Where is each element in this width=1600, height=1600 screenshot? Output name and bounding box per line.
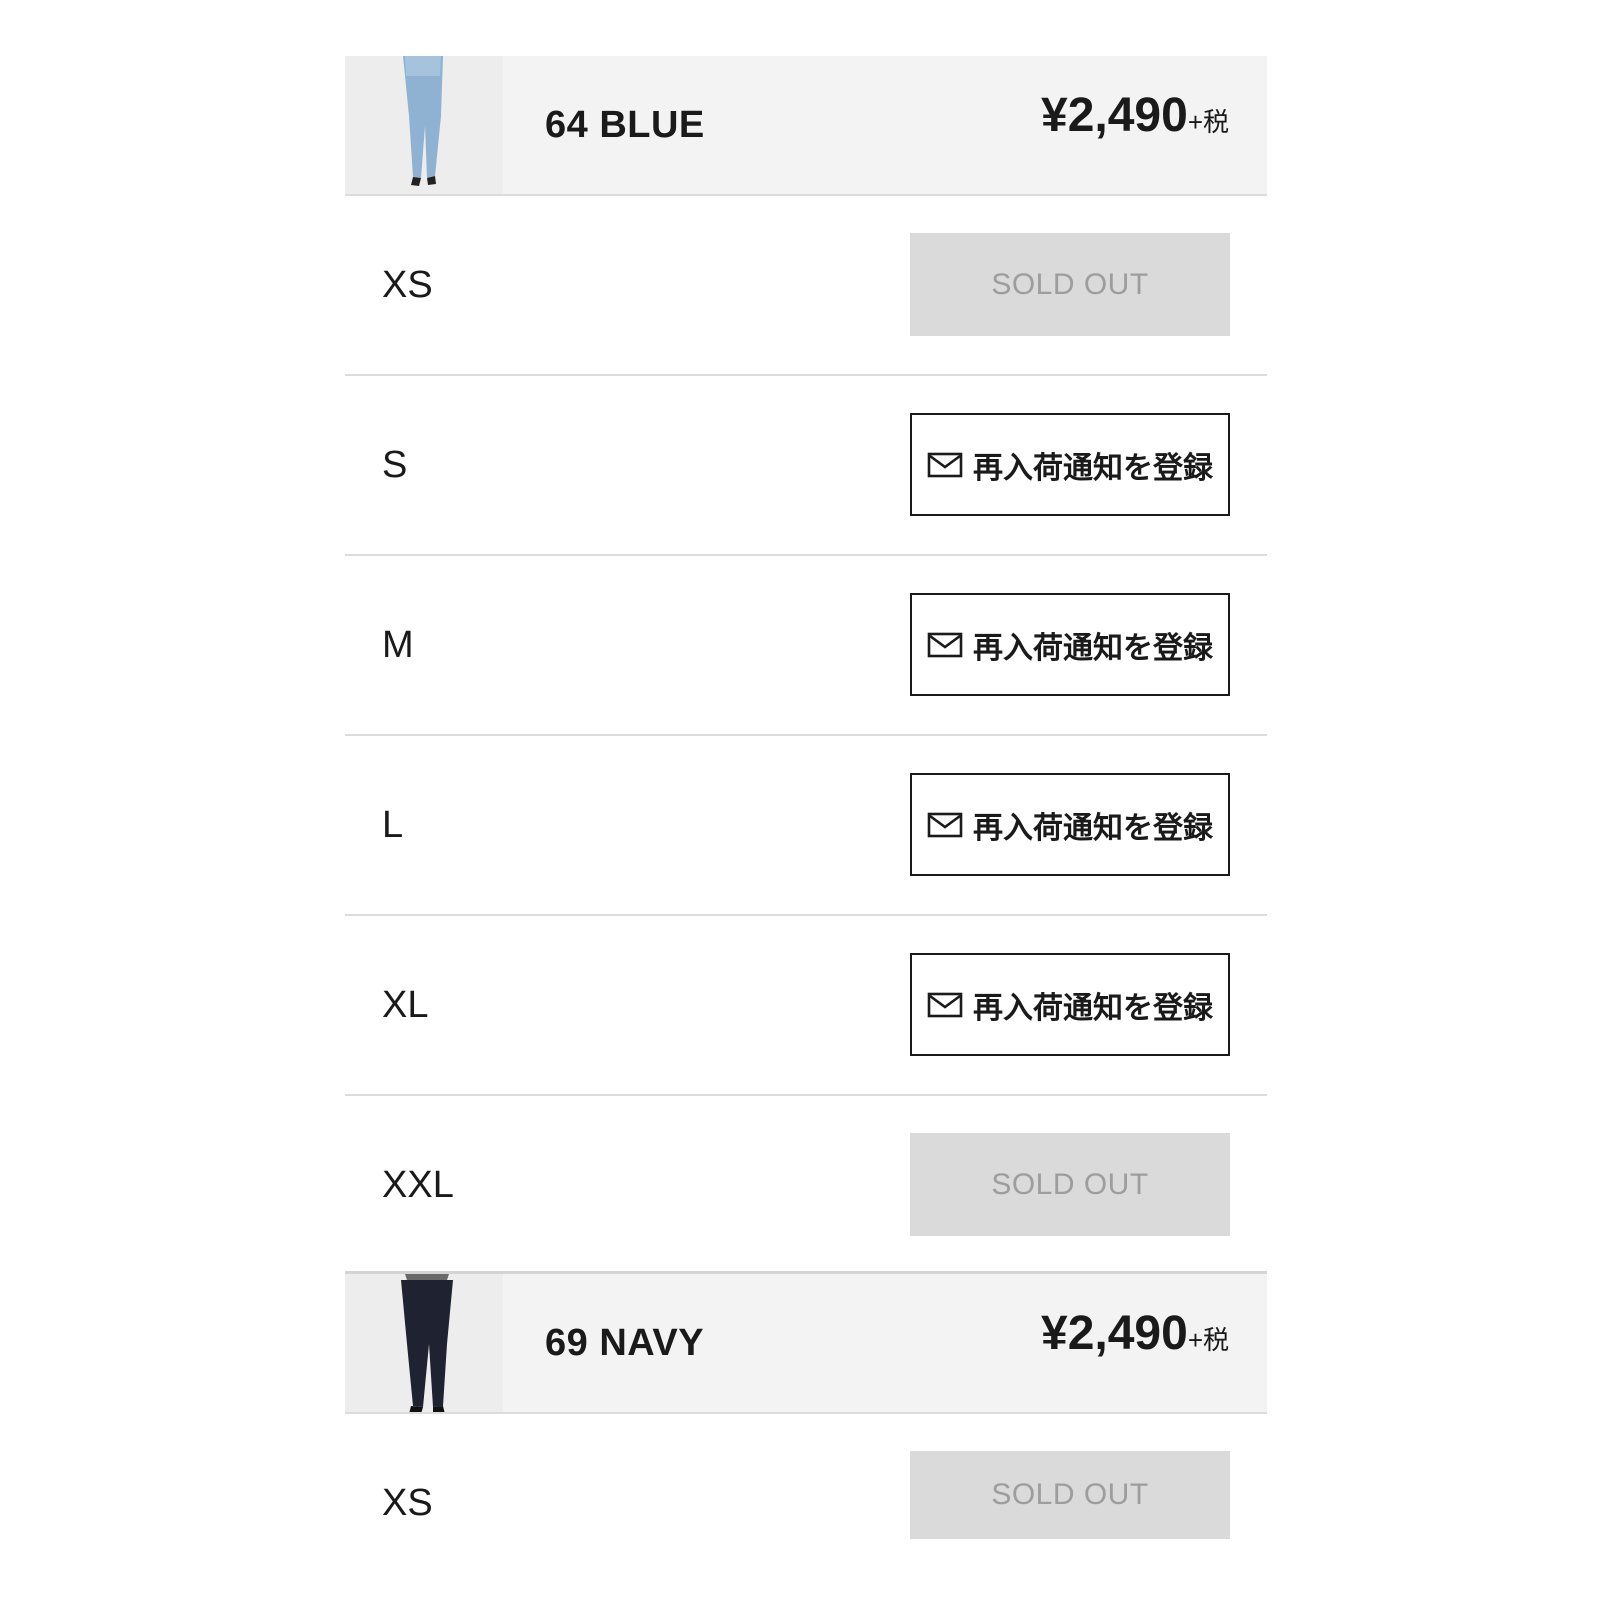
product-thumbnail-blue[interactable] (345, 56, 503, 194)
restock-notify-button[interactable]: 再入荷通知を登録 (910, 413, 1230, 516)
color-header-blue: 64 BLUE ¥2,490+税 (345, 56, 1267, 196)
restock-notify-button[interactable]: 再入荷通知を登録 (910, 773, 1230, 876)
size-label: M (382, 624, 414, 666)
color-size-list: 64 BLUE ¥2,490+税 XS SOLD OUT S 再入荷通知を登録 … (345, 56, 1267, 1554)
size-row-xxl: XXL SOLD OUT (345, 1096, 1267, 1274)
restock-notify-label: 再入荷通知を登録 (973, 811, 1213, 845)
color-name: 64 BLUE (545, 104, 705, 146)
size-row-l: L 再入荷通知を登録 (345, 736, 1267, 916)
restock-notify-button[interactable]: 再入荷通知を登録 (910, 953, 1230, 1056)
size-row-xl: XL 再入荷通知を登録 (345, 916, 1267, 1096)
size-label: XXL (382, 1164, 454, 1206)
color-name: 69 NAVY (545, 1322, 705, 1364)
tax-suffix: +税 (1187, 107, 1229, 137)
price: ¥2,490+税 (1041, 89, 1229, 142)
mail-icon (927, 452, 963, 477)
size-row-s: S 再入荷通知を登録 (345, 376, 1267, 556)
size-label: L (382, 804, 404, 846)
size-label: XS (382, 264, 433, 306)
size-row-xs: XS SOLD OUT (345, 1414, 1267, 1554)
sold-out-button: SOLD OUT (910, 1133, 1230, 1236)
jeans-image-navy (345, 1274, 503, 1412)
product-thumbnail-navy[interactable] (345, 1274, 503, 1412)
price: ¥2,490+税 (1041, 1307, 1229, 1360)
size-row-m: M 再入荷通知を登録 (345, 556, 1267, 736)
restock-notify-label: 再入荷通知を登録 (973, 631, 1213, 665)
size-row-xs: XS SOLD OUT (345, 196, 1267, 376)
tax-suffix: +税 (1187, 1325, 1229, 1355)
size-label: S (382, 444, 408, 486)
mail-icon (927, 812, 963, 837)
mail-icon (927, 992, 963, 1017)
mail-icon (927, 632, 963, 657)
restock-notify-label: 再入荷通知を登録 (973, 451, 1213, 485)
restock-notify-button[interactable]: 再入荷通知を登録 (910, 593, 1230, 696)
size-label: XL (382, 984, 429, 1026)
restock-notify-label: 再入荷通知を登録 (973, 991, 1213, 1025)
sold-out-button: SOLD OUT (910, 1451, 1230, 1539)
color-header-navy: 69 NAVY ¥2,490+税 (345, 1274, 1267, 1414)
jeans-image-blue (345, 56, 503, 194)
size-label: XS (382, 1482, 433, 1524)
sold-out-button: SOLD OUT (910, 233, 1230, 336)
